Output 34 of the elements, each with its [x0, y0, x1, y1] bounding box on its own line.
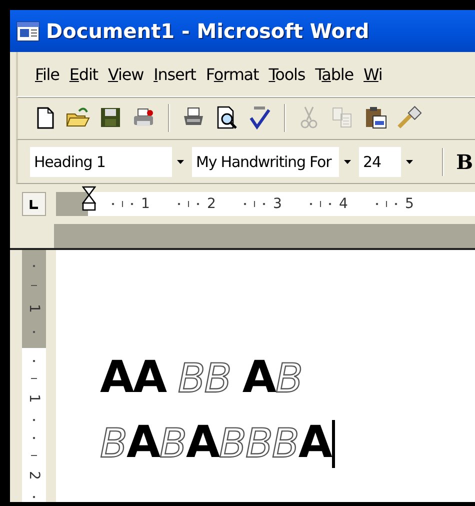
ruler-number: 2: [207, 196, 216, 212]
left-tab-icon: [29, 200, 39, 208]
menu-item[interactable]: File: [30, 60, 64, 88]
menu-item[interactable]: Edit: [64, 60, 103, 88]
ruler-number: 1: [26, 394, 42, 404]
font-size-dropdown[interactable]: 24: [359, 146, 417, 176]
ruler-number: 5: [405, 196, 414, 212]
menu-item[interactable]: Format: [200, 60, 264, 88]
clipboard-icon[interactable]: [363, 105, 389, 131]
style-dropdown[interactable]: Heading 1: [30, 146, 188, 176]
menu-item[interactable]: Tools: [264, 60, 310, 88]
menu-item[interactable]: Wi: [358, 60, 388, 88]
menu-item[interactable]: View: [102, 60, 149, 88]
window-title: Document1 - Microsoft Word: [46, 19, 370, 43]
checkmark-icon[interactable]: [247, 105, 273, 131]
menu-item[interactable]: Insert: [148, 60, 201, 88]
ruler-number: 3: [273, 196, 282, 212]
text-cursor: [332, 420, 336, 468]
word-document-icon: [16, 19, 40, 43]
document-text: BABABBBA: [100, 416, 332, 470]
ruler-number: 2: [26, 471, 42, 480]
ruler-number: 1: [26, 304, 42, 313]
dropdown-arrow-icon: [176, 160, 184, 164]
ruler-margin: [56, 192, 88, 216]
paintbrush-icon[interactable]: [396, 105, 422, 131]
ruler-number: 4: [339, 196, 348, 212]
font-dropdown[interactable]: My Handwriting For: [192, 146, 355, 176]
menu-item[interactable]: Table: [310, 60, 359, 88]
dropdown-arrow-icon: [344, 160, 350, 164]
tab-selector[interactable]: [22, 192, 46, 216]
dropdown-arrow-icon: [406, 160, 412, 164]
bold-button[interactable]: B: [454, 150, 475, 174]
ruler-number: 1: [141, 196, 150, 212]
document-text: AA BB AB: [100, 351, 302, 405]
